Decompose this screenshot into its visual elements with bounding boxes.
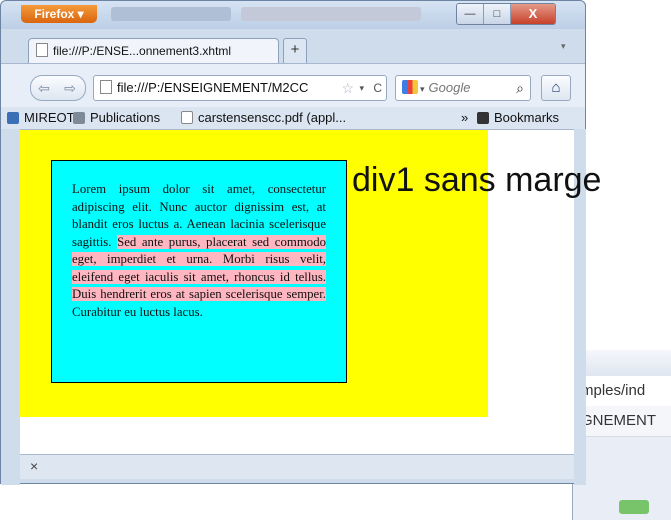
bookmark-mireot[interactable]: MIREOT <box>7 107 75 129</box>
url-history-dropdown-icon[interactable]: ▾ <box>359 76 364 100</box>
blurred-title-region <box>241 7 421 21</box>
forward-arrow-icon[interactable]: ⇨ <box>57 76 83 100</box>
page-icon <box>100 80 112 94</box>
page-icon <box>181 111 193 124</box>
firefox-window: Firefox ▾ — □ X file:///P:/ENSE...onneme… <box>0 0 586 485</box>
blurred-title-region <box>111 7 231 21</box>
background-window-green-button <box>619 500 649 514</box>
minimize-button[interactable]: — <box>457 4 484 24</box>
search-bar[interactable]: ▾ Google ⌕ <box>395 75 531 101</box>
search-engine-icon[interactable] <box>402 80 418 94</box>
maximize-button[interactable]: □ <box>484 4 511 24</box>
slide-annotation: div1 sans marge <box>352 161 602 199</box>
address-bar[interactable]: file:///P:/ENSEIGNEMENT/M2CC ☆ ▾ C <box>93 75 387 101</box>
bookmark-publications[interactable]: Publications <box>73 107 160 129</box>
bookmark-star-icon[interactable]: ☆ <box>341 76 354 100</box>
search-engine-dropdown-icon[interactable]: ▾ <box>420 84 425 94</box>
search-icon[interactable]: ⌕ <box>516 76 524 100</box>
bookmarks-toolbar: MIREOT Publications carstensenscc.pdf (a… <box>1 107 585 130</box>
bookmark-label: carstensenscc.pdf (appl... <box>198 110 347 125</box>
new-tab-button[interactable]: + <box>283 38 307 63</box>
tab-title: file:///P:/ENSE...onnement3.xhtml <box>53 44 232 58</box>
mireot-icon <box>7 112 19 124</box>
firefox-menu-button[interactable]: Firefox ▾ <box>21 5 97 23</box>
background-window: mples/ind GNEMENT <box>572 350 671 520</box>
close-window-button[interactable]: X <box>511 4 555 24</box>
navigation-toolbar: ⇦ ⇨ file:///P:/ENSEIGNEMENT/M2CC ☆ ▾ C ▾ G… <box>1 63 585 108</box>
background-window-toolbar <box>573 350 671 377</box>
status-bar: × <box>20 454 574 479</box>
paragraph-text-end: Curabitur eu luctus lacus. <box>72 304 203 319</box>
address-bar-url[interactable]: file:///P:/ENSEIGNEMENT/M2CC <box>117 80 308 95</box>
search-placeholder: Google <box>428 80 471 95</box>
back-arrow-icon[interactable]: ⇦ <box>31 76 57 100</box>
background-window-address: mples/ind <box>573 376 671 407</box>
page-icon <box>36 43 48 57</box>
window-frame-left <box>1 129 20 485</box>
bookmarks-menu-label: Bookmarks <box>494 110 560 125</box>
bookmark-label: MIREOT <box>24 110 75 125</box>
tab-list-chevron-icon[interactable]: ▾ <box>561 41 566 52</box>
back-forward-buttons: ⇦ ⇨ <box>30 75 86 101</box>
bookmarks-overflow-chevron[interactable]: » <box>461 107 468 129</box>
reload-icon[interactable]: C <box>373 76 382 100</box>
inner-div-cyan: Lorem ipsum dolor sit amet, consectetur … <box>51 160 347 383</box>
bookmarks-icon <box>477 112 489 124</box>
close-icon[interactable]: × <box>30 458 38 474</box>
publications-icon <box>73 112 85 124</box>
title-bar: Firefox ▾ — □ X <box>1 1 585 29</box>
background-window-path: GNEMENT <box>573 406 671 437</box>
home-icon: ⌂ <box>551 79 561 96</box>
home-button[interactable]: ⌂ <box>541 75 571 101</box>
bookmark-label: Publications <box>90 110 161 125</box>
tab-strip: file:///P:/ENSE...onnement3.xhtml + ▾ <box>1 29 585 64</box>
bookmark-carstensenscc[interactable]: carstensenscc.pdf (appl... <box>181 107 346 129</box>
bookmarks-menu[interactable]: Bookmarks <box>477 107 559 129</box>
window-controls: — □ X <box>456 3 556 25</box>
tab-active[interactable]: file:///P:/ENSE...onnement3.xhtml <box>28 38 279 64</box>
